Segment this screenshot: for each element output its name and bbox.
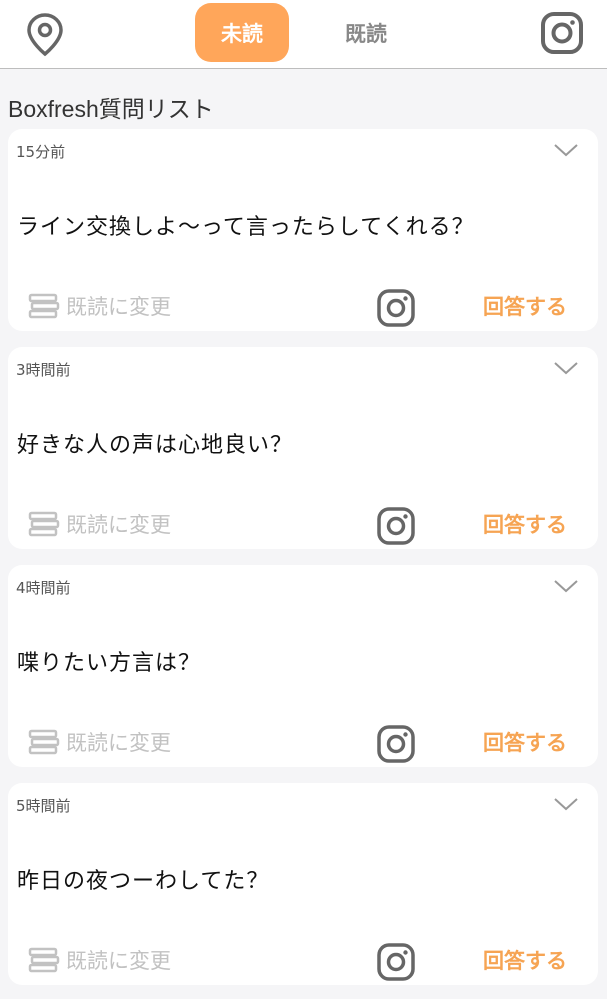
- mark-read-label: 既読に変更: [66, 949, 171, 973]
- question-card: 3時間前 好きな人の声は心地良い？ 既読に変更 回答する: [8, 347, 598, 549]
- mark-read-button[interactable]: 既読に変更: [28, 945, 171, 975]
- question-card: 4時間前 喋りたい方言は？ 既読に変更 回答する: [8, 565, 598, 767]
- books-icon: [28, 729, 60, 755]
- mark-read-label: 既読に変更: [66, 295, 171, 319]
- instagram-icon[interactable]: [540, 11, 584, 55]
- answer-button[interactable]: 回答する: [483, 291, 567, 321]
- question-text: 好きな人の声は心地良い？: [17, 433, 294, 458]
- map-pin-icon[interactable]: [24, 11, 66, 57]
- instagram-icon[interactable]: [376, 506, 416, 546]
- instagram-icon[interactable]: [376, 724, 416, 764]
- books-icon: [28, 947, 60, 973]
- chevron-down-icon[interactable]: [553, 359, 579, 377]
- mark-read-label: 既読に変更: [66, 513, 171, 537]
- question-text: 喋りたい方言は？: [17, 651, 202, 676]
- question-text: ライン交換しよ〜って言ったらしてくれる？: [17, 215, 475, 240]
- tab-read[interactable]: 既読: [319, 3, 413, 62]
- question-text: 昨日の夜つーわしてた？: [17, 869, 270, 894]
- list-title: Boxfresh質問リスト: [8, 96, 214, 122]
- question-timestamp: 3時間前: [16, 361, 71, 379]
- chevron-down-icon[interactable]: [553, 577, 579, 595]
- question-card: 15分前 ライン交換しよ〜って言ったらしてくれる？ 既読に変更 回答する: [8, 129, 598, 331]
- chevron-down-icon[interactable]: [553, 795, 579, 813]
- question-timestamp: 4時間前: [16, 579, 71, 597]
- question-timestamp: 15分前: [16, 143, 66, 161]
- mark-read-button[interactable]: 既読に変更: [28, 509, 171, 539]
- answer-button[interactable]: 回答する: [483, 945, 567, 975]
- instagram-icon[interactable]: [376, 942, 416, 982]
- books-icon: [28, 293, 60, 319]
- mark-read-button[interactable]: 既読に変更: [28, 727, 171, 757]
- instagram-icon[interactable]: [376, 288, 416, 328]
- mark-read-button[interactable]: 既読に変更: [28, 291, 171, 321]
- question-card: 5時間前 昨日の夜つーわしてた？ 既読に変更 回答する: [8, 783, 598, 985]
- mark-read-label: 既読に変更: [66, 731, 171, 755]
- tab-unread[interactable]: 未読: [195, 3, 289, 62]
- answer-button[interactable]: 回答する: [483, 509, 567, 539]
- chevron-down-icon[interactable]: [553, 141, 579, 159]
- top-bar: 未読 既読: [0, 0, 607, 69]
- answer-button[interactable]: 回答する: [483, 727, 567, 757]
- question-timestamp: 5時間前: [16, 797, 71, 815]
- books-icon: [28, 511, 60, 537]
